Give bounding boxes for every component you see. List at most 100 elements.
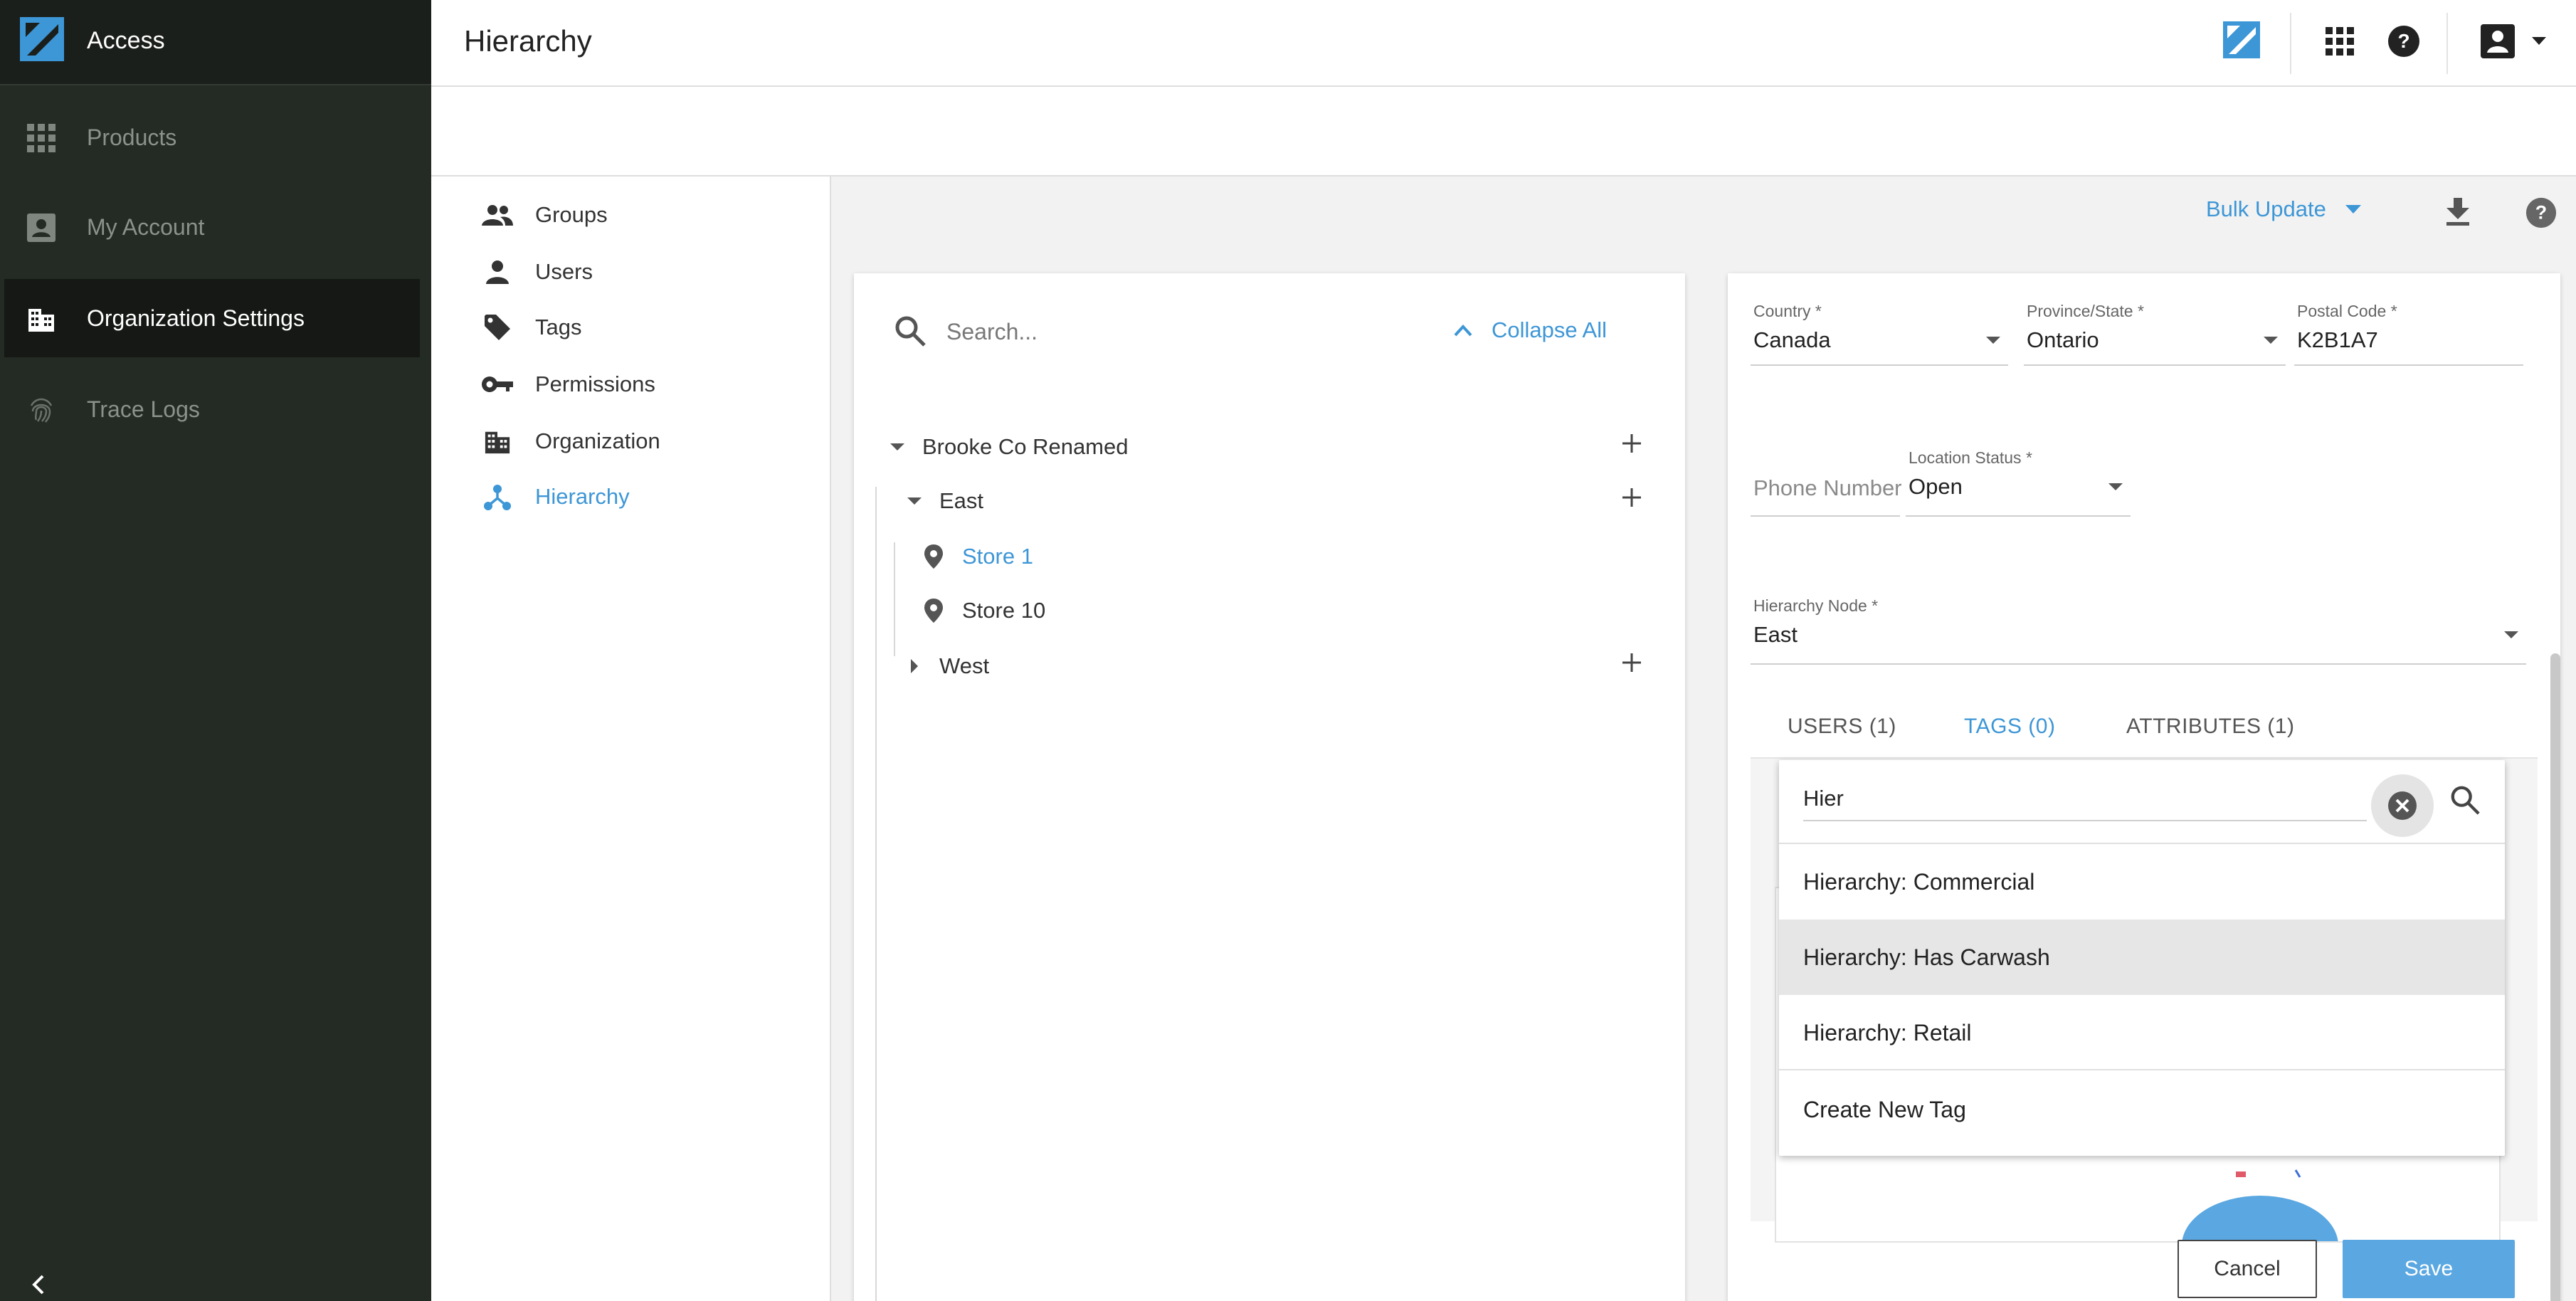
phone-number-field[interactable]: Phone Number <box>1751 448 1902 517</box>
tree-node-west[interactable]: West <box>897 645 989 688</box>
account-menu-icon[interactable] <box>2481 23 2552 60</box>
cancel-button[interactable]: Cancel <box>2178 1240 2317 1298</box>
svg-text:?: ? <box>2535 202 2547 223</box>
add-child-icon[interactable] <box>1621 433 1642 454</box>
tag-option[interactable]: Hierarchy: Retail <box>1779 995 2505 1070</box>
field-value: Open <box>1909 474 1963 499</box>
empty-state-illustration <box>2182 1169 2338 1241</box>
postal-code-field[interactable]: Postal Code * K2B1A7 <box>2294 302 2523 366</box>
header-divider <box>2446 13 2448 74</box>
add-child-icon[interactable] <box>1621 652 1642 673</box>
tree-guide-line <box>894 542 895 656</box>
top-header: Hierarchy ? <box>431 0 2576 87</box>
tree-node-label: Brooke Co Renamed <box>922 434 1129 459</box>
fingerprint-icon <box>27 396 56 424</box>
caret-down-icon <box>2263 336 2279 344</box>
bulk-update-button[interactable]: Bulk Update <box>2206 196 2362 222</box>
tag-option[interactable]: Hierarchy: Commercial <box>1779 844 2505 920</box>
tag-search-input[interactable] <box>1803 777 2367 821</box>
add-child-icon[interactable] <box>1621 487 1642 508</box>
field-value: Ontario <box>2027 327 2099 352</box>
location-pin-icon <box>919 544 948 569</box>
create-new-tag-option[interactable]: Create New Tag <box>1779 1072 2505 1147</box>
chevron-left-icon[interactable] <box>30 1274 47 1295</box>
help-icon[interactable]: ? <box>2387 24 2421 58</box>
collapse-all-button[interactable]: Collapse All <box>1453 317 1607 343</box>
sidebar-item-products[interactable]: Products <box>0 98 421 177</box>
help-icon[interactable]: ? <box>2525 196 2557 229</box>
clear-search-button[interactable] <box>2371 774 2434 837</box>
caret-down-icon[interactable] <box>880 443 915 451</box>
field-label: Postal Code * <box>2297 302 2397 320</box>
tree-guide-line <box>875 487 877 1301</box>
field-label: Hierarchy Node * <box>1753 596 1879 615</box>
tab-attributes[interactable]: ATTRIBUTES (1) <box>2126 715 2294 739</box>
dropdown-divider <box>1779 1069 2505 1070</box>
settings-nav-hierarchy[interactable]: Hierarchy <box>481 475 630 518</box>
sidebar-item-label: Products <box>87 124 177 150</box>
tree-node-brooke-co-renamed[interactable]: Brooke Co Renamed <box>880 426 1129 468</box>
brand-mark-icon[interactable] <box>2223 21 2260 58</box>
sidebar-item-my-account[interactable]: My Account <box>0 188 421 266</box>
grid-icon <box>27 124 56 152</box>
save-button[interactable]: Save <box>2343 1240 2515 1298</box>
caret-down-icon <box>1985 336 2001 344</box>
settings-nav-organization[interactable]: Organization <box>481 420 660 463</box>
hierarchy-icon <box>481 480 514 513</box>
caret-right-icon[interactable] <box>897 658 932 674</box>
app-name: Access <box>87 27 165 54</box>
svg-text:?: ? <box>2397 30 2409 52</box>
tree-search-input[interactable] <box>946 310 1373 353</box>
sidebar-item-organization-settings[interactable]: Organization Settings <box>4 279 420 357</box>
field-value: Canada <box>1753 327 1831 352</box>
settings-nav-label: Permissions <box>535 372 655 396</box>
province-select[interactable]: Province/State * Ontario <box>2024 302 2286 366</box>
location-status-select[interactable]: Location Status * Open <box>1906 448 2131 517</box>
collapse-all-label: Collapse All <box>1492 317 1607 342</box>
tree-node-label: Store 1 <box>962 544 1033 569</box>
settings-nav-label: Tags <box>535 315 582 339</box>
settings-nav-label: Groups <box>535 202 608 227</box>
settings-nav-label: Hierarchy <box>535 484 630 509</box>
search-icon <box>894 315 927 347</box>
tree-node-store-1[interactable]: Store 1 <box>919 535 1033 578</box>
building-icon <box>27 305 56 333</box>
settings-nav-permissions[interactable]: Permissions <box>481 363 655 406</box>
hierarchy-tree-panel: Collapse All Brooke Co Renamed East <box>854 273 1685 1301</box>
sidebar-item-trace-logs[interactable]: Trace Logs <box>0 370 421 448</box>
panel-scrollbar[interactable] <box>2550 653 2560 1301</box>
key-icon <box>481 368 514 401</box>
tree-node-label: Store 10 <box>962 598 1046 623</box>
field-value: K2B1A7 <box>2297 327 2378 352</box>
tab-tags[interactable]: TAGS (0) <box>1964 715 2055 739</box>
sub-header <box>431 87 2576 177</box>
field-placeholder: Phone Number <box>1753 475 1902 500</box>
groups-icon <box>481 199 514 231</box>
country-select[interactable]: Country * Canada <box>1751 302 2008 366</box>
settings-nav-users[interactable]: Users <box>481 251 593 293</box>
tree-node-east[interactable]: East <box>897 480 983 522</box>
tree-node-store-10[interactable]: Store 10 <box>919 589 1045 632</box>
download-icon[interactable] <box>2445 198 2471 226</box>
app-logo-icon[interactable] <box>20 17 64 61</box>
settings-nav-groups[interactable]: Groups <box>481 194 608 236</box>
search-icon[interactable] <box>2449 784 2481 816</box>
sidebar-item-label: Organization Settings <box>87 305 305 331</box>
account-box-icon <box>27 214 56 242</box>
chevron-up-icon <box>1453 324 1473 337</box>
clear-icon <box>2387 790 2418 821</box>
field-label: Location Status * <box>1909 448 2032 467</box>
page-title: Hierarchy <box>464 24 592 58</box>
settings-nav-tags[interactable]: Tags <box>481 306 581 349</box>
hierarchy-node-select[interactable]: Hierarchy Node * East <box>1751 596 2526 665</box>
left-nav: Access Products My Account Organization … <box>0 0 431 1301</box>
caret-down-icon <box>2503 631 2519 639</box>
caret-down-icon[interactable] <box>897 497 932 505</box>
sidebar-item-label: My Account <box>87 214 205 240</box>
tag-option[interactable]: Hierarchy: Has Carwash <box>1779 920 2505 995</box>
location-pin-icon <box>919 599 948 623</box>
tree-node-label: West <box>939 653 990 678</box>
tab-users[interactable]: USERS (1) <box>1788 715 1896 739</box>
bulk-update-label: Bulk Update <box>2206 196 2326 221</box>
apps-grid-icon[interactable] <box>2326 27 2354 56</box>
